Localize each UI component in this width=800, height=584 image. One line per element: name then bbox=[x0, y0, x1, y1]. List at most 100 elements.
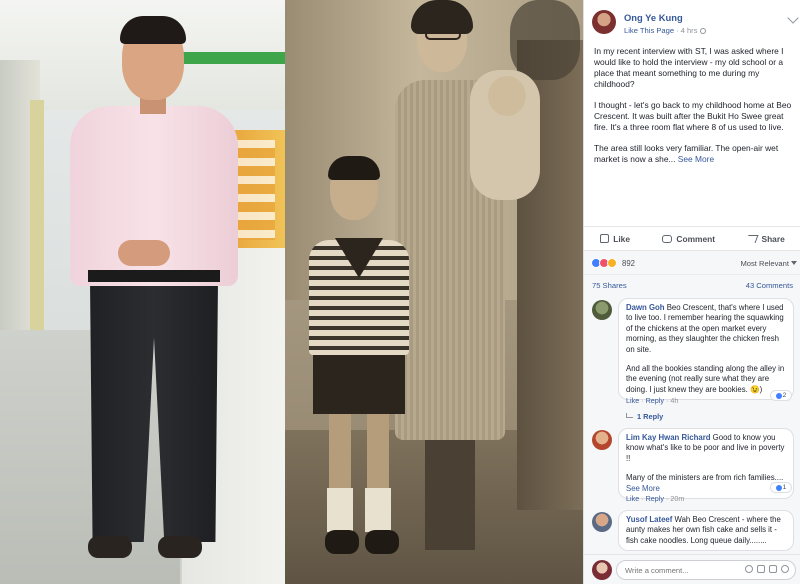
commenter-name[interactable]: Yusof Lateef bbox=[626, 515, 672, 524]
comment-paragraph: Dawn Goh Beo Crescent, that's where I us… bbox=[626, 303, 786, 355]
comment-item: Yusof Lateef Wah Beo Crescent - where th… bbox=[590, 510, 795, 554]
like-button[interactable]: Like bbox=[600, 234, 630, 244]
corridor-pillar bbox=[30, 100, 44, 330]
comments-count-link[interactable]: 43 Comments bbox=[746, 281, 793, 290]
reaction-count[interactable]: 892 bbox=[622, 259, 635, 268]
post-action-bar: Like Comment Share bbox=[584, 226, 800, 250]
like-reaction-icon bbox=[775, 484, 782, 491]
caret-down-icon[interactable] bbox=[791, 261, 797, 265]
globe-icon bbox=[699, 28, 706, 34]
meta-separator: · bbox=[665, 396, 669, 405]
view-replies-link[interactable]: 1 Reply bbox=[626, 412, 663, 421]
post-timestamp[interactable]: 4 hrs bbox=[681, 26, 698, 35]
sticker-icon[interactable] bbox=[781, 565, 789, 573]
comment-paragraph: Many of the ministers are from rich fami… bbox=[626, 473, 786, 494]
like-reaction-icon bbox=[775, 392, 782, 399]
comment-sort-dropdown[interactable]: Most Relevant bbox=[740, 259, 789, 268]
comment-tools bbox=[745, 565, 789, 573]
comment-reply-link[interactable]: Reply bbox=[646, 494, 664, 503]
comment-bubble: Lim Kay Hwan Richard Good to know you kn… bbox=[618, 428, 794, 500]
comment-label: Comment bbox=[676, 233, 716, 244]
boy-leg-right bbox=[367, 412, 389, 492]
camera-icon[interactable] bbox=[757, 565, 765, 573]
post-meta: Like This Page · 4 hrs bbox=[624, 26, 706, 35]
commenter-name[interactable]: Dawn Goh bbox=[626, 303, 665, 312]
boy-hair bbox=[328, 156, 380, 180]
comment-like-link[interactable]: Like bbox=[626, 494, 639, 503]
post-header: Ong Ye Kung Like This Page · 4 hrs bbox=[592, 8, 799, 42]
boy-sock-left bbox=[327, 488, 353, 532]
comment-paragraph: Lim Kay Hwan Richard Good to know you kn… bbox=[626, 433, 786, 464]
man-hands bbox=[118, 240, 170, 266]
thumb-icon bbox=[600, 234, 610, 243]
wow-reaction-icon bbox=[607, 258, 617, 268]
share-button[interactable]: Share bbox=[746, 233, 785, 244]
comment-item: Lim Kay Hwan Richard Good to know you kn… bbox=[590, 428, 795, 508]
post-paragraph: The area still looks very familiar. The … bbox=[594, 143, 794, 165]
comment-timestamp[interactable]: 20m bbox=[670, 494, 684, 503]
post-paragraph: In my recent interview with ST, I was as… bbox=[594, 46, 784, 89]
commenter-avatar[interactable] bbox=[592, 512, 612, 532]
comment-reaction-badge[interactable]: 2 bbox=[770, 390, 792, 401]
woman-legs bbox=[425, 430, 475, 550]
emoji-icon[interactable] bbox=[745, 565, 753, 573]
comment-reaction-count: 2 bbox=[782, 392, 787, 399]
post-paragraph: I thought - let's go back to my childhoo… bbox=[594, 100, 792, 132]
meta-separator: · bbox=[665, 494, 669, 503]
boy-shorts bbox=[313, 352, 405, 414]
boy-shoe-right bbox=[365, 530, 399, 554]
comment-text: Many of the ministers are from rich fami… bbox=[626, 473, 784, 483]
comment-paragraph: Yusof Lateef Wah Beo Crescent - where th… bbox=[626, 515, 786, 546]
facebook-post-panel: Ong Ye Kung Like This Page · 4 hrs In my r… bbox=[583, 0, 800, 584]
man-belt bbox=[88, 270, 220, 282]
author-name[interactable]: Ong Ye Kung bbox=[624, 12, 683, 23]
gif-icon[interactable] bbox=[769, 565, 777, 573]
share-stats-bar: 75 Shares 43 Comments bbox=[584, 274, 800, 294]
replies-label: 1 Reply bbox=[637, 412, 664, 421]
comment-reply-link[interactable]: Reply bbox=[646, 396, 664, 405]
comment-bubble: Yusof Lateef Wah Beo Crescent - where th… bbox=[618, 510, 794, 552]
commenter-name[interactable]: Lim Kay Hwan Richard bbox=[626, 433, 711, 442]
comment-like-link[interactable]: Like bbox=[626, 396, 639, 405]
meta-separator: · bbox=[641, 494, 644, 503]
like-label: Like bbox=[613, 233, 630, 244]
baby-figure bbox=[470, 70, 540, 200]
see-more-link[interactable]: See More bbox=[626, 484, 660, 493]
like-page-link[interactable]: Like This Page bbox=[624, 26, 674, 35]
comment-button[interactable]: Comment bbox=[662, 234, 715, 244]
comments-list: Dawn Goh Beo Crescent, that's where I us… bbox=[584, 294, 800, 554]
man-figure bbox=[50, 8, 240, 584]
share-label: Share bbox=[761, 233, 785, 244]
comment-reaction-badge[interactable]: 1 bbox=[770, 482, 792, 493]
reaction-icons[interactable] bbox=[591, 258, 617, 268]
comment-meta: Like · Reply · 20m bbox=[626, 494, 684, 503]
man-shoe-right bbox=[158, 536, 202, 558]
meta-separator: · bbox=[676, 26, 679, 35]
boy-shoe-left bbox=[325, 530, 359, 554]
comment-item: Dawn Goh Beo Crescent, that's where I us… bbox=[590, 298, 795, 422]
man-trousers bbox=[90, 280, 218, 542]
boy-leg-left bbox=[329, 412, 351, 492]
man-hair bbox=[120, 16, 186, 44]
commenter-avatar[interactable] bbox=[592, 430, 612, 450]
shares-count-link[interactable]: 75 Shares bbox=[592, 281, 627, 290]
see-more-link[interactable]: See More bbox=[678, 154, 714, 164]
photo-vintage-family bbox=[285, 0, 583, 584]
share-icon bbox=[746, 234, 759, 243]
man-shoe-left bbox=[88, 536, 132, 558]
post-body: In my recent interview with ST, I was as… bbox=[594, 46, 794, 175]
comment-reaction-count: 1 bbox=[782, 484, 787, 491]
current-user-avatar bbox=[592, 560, 612, 580]
comment-bubble: Dawn Goh Beo Crescent, that's where I us… bbox=[618, 298, 794, 401]
vintage-plant bbox=[510, 0, 580, 80]
author-avatar[interactable] bbox=[592, 10, 616, 34]
comment-timestamp[interactable]: 4h bbox=[670, 396, 678, 405]
comment-paragraph: And all the bookies standing along the a… bbox=[626, 364, 785, 394]
chevron-down-icon[interactable] bbox=[787, 12, 799, 24]
commenter-avatar[interactable] bbox=[592, 300, 612, 320]
comment-icon bbox=[662, 234, 673, 243]
photo-man-corridor bbox=[0, 0, 285, 584]
write-comment-bar bbox=[584, 554, 800, 584]
woman-glasses bbox=[425, 30, 461, 40]
boy-sock-right bbox=[365, 488, 391, 532]
